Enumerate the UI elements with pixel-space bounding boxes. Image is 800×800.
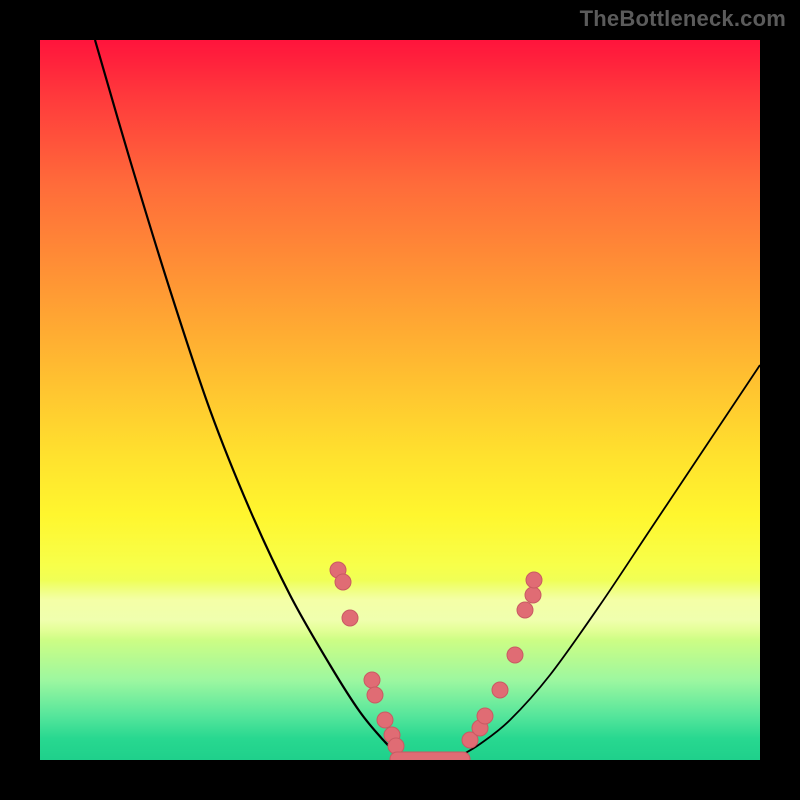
- data-marker: [367, 687, 383, 703]
- data-marker: [525, 587, 541, 603]
- data-marker: [477, 708, 493, 724]
- data-marker: [342, 610, 358, 626]
- plot-area: [40, 40, 760, 760]
- data-marker: [364, 672, 380, 688]
- markers-right: [462, 572, 542, 748]
- left-curve: [95, 40, 400, 756]
- right-curve: [460, 365, 760, 756]
- data-marker: [517, 602, 533, 618]
- plot-svg: [40, 40, 760, 760]
- data-marker: [335, 574, 351, 590]
- data-marker: [526, 572, 542, 588]
- watermark-text: TheBottleneck.com: [580, 6, 786, 32]
- bottom-flat-bar: [390, 752, 470, 760]
- data-marker: [377, 712, 393, 728]
- data-marker: [492, 682, 508, 698]
- markers-left: [330, 562, 404, 754]
- chart-frame: TheBottleneck.com: [0, 0, 800, 800]
- data-marker: [507, 647, 523, 663]
